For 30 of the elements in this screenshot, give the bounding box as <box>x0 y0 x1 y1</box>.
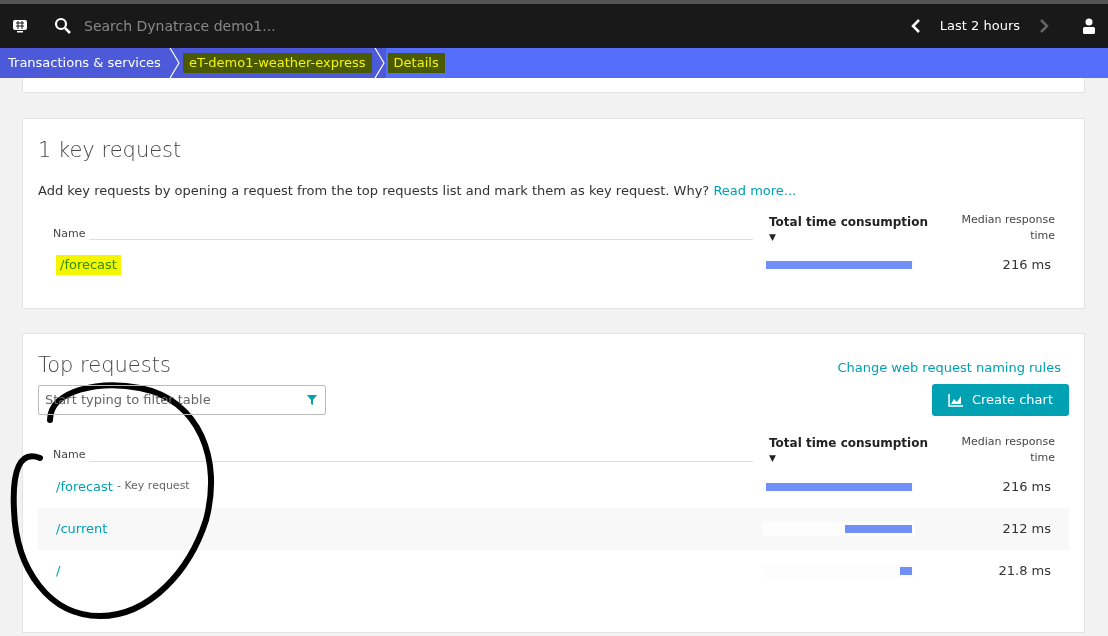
card-title: Top requests <box>38 352 171 379</box>
response-time: 21.8 ms <box>997 561 1052 580</box>
column-header[interactable]: Median response time <box>943 212 1069 244</box>
response-time: 216 ms <box>1001 477 1052 496</box>
search-icon[interactable] <box>54 17 72 35</box>
search-field[interactable]: Search Dynatrace demo1... <box>84 15 384 37</box>
key-request-note: - Key request <box>116 478 190 495</box>
column-header[interactable]: Total time consumption <box>769 434 943 452</box>
sort-indicator[interactable]: ▼ <box>769 452 943 466</box>
breadcrumb-item[interactable]: eT-demo1-weather-express <box>182 53 372 73</box>
sort-indicator[interactable]: ▼ <box>769 230 943 244</box>
filter-icon <box>306 393 318 406</box>
card-description: Add key requests by opening a request from the top requests list and mark them as key request. Why? Read more... <box>38 181 798 200</box>
chevron-right-icon <box>1039 18 1049 34</box>
column-header[interactable]: Name <box>53 447 90 464</box>
response-time: 212 ms <box>1001 519 1052 538</box>
area-chart-icon <box>947 392 964 407</box>
breadcrumb-separator-icon <box>373 48 386 78</box>
request-link[interactable]: /forecast <box>56 255 121 275</box>
column-header[interactable]: Total time consumption <box>769 212 943 231</box>
monitor-icon[interactable] <box>12 19 28 33</box>
response-time: 216 ms <box>1001 256 1052 275</box>
user-icon[interactable] <box>1082 18 1096 34</box>
breadcrumb-item[interactable]: Details <box>387 53 445 73</box>
column-header[interactable]: Median response time <box>943 433 1069 466</box>
card-title: 1 key request <box>38 137 183 164</box>
chevron-left-icon <box>910 18 921 34</box>
column-header[interactable]: Name <box>53 225 90 242</box>
breadcrumb-separator-icon <box>168 48 181 78</box>
timeframe-selector[interactable]: Last 2 hours <box>939 16 1020 36</box>
